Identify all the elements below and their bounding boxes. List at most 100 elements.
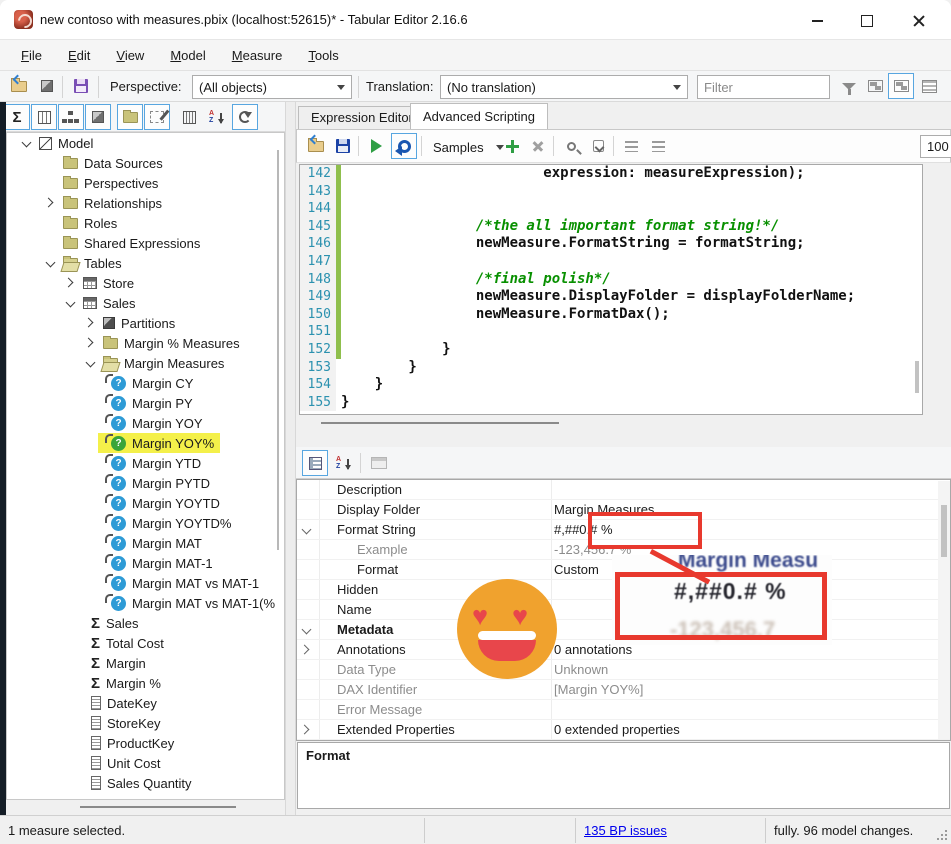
open-script-button[interactable] <box>303 133 329 159</box>
bp-issues-link[interactable]: 135 BP issues <box>584 823 667 838</box>
grouped-view-button[interactable] <box>888 73 914 99</box>
property-value[interactable]: Unknown <box>554 662 608 677</box>
tree-item-perspectives[interactable]: Perspectives <box>7 173 284 193</box>
tree-item-margin-yoy[interactable]: Margin YOY <box>7 413 284 433</box>
tab-expression-editor[interactable]: Expression Editor <box>298 106 426 129</box>
tree-item-margin-ytd[interactable]: Margin YTD <box>7 453 284 473</box>
property-value[interactable]: Custom <box>554 562 599 577</box>
tree-item-sales-quantity[interactable]: Sales Quantity <box>7 773 284 793</box>
delete-sample-button[interactable] <box>525 133 551 159</box>
tree-item-roles[interactable]: Roles <box>7 213 284 233</box>
perspective-select[interactable]: (All objects) <box>192 75 352 99</box>
flat-view-button[interactable] <box>862 73 888 99</box>
tree-item-partitions[interactable]: Partitions <box>7 313 284 333</box>
run-script-button[interactable] <box>363 133 389 159</box>
minimize-button[interactable] <box>795 8 839 34</box>
tree-item-margin-pytd[interactable]: Margin PYTD <box>7 473 284 493</box>
tree-item-margin-yoytd[interactable]: Margin YOYTD <box>7 493 284 513</box>
tree-item-storekey[interactable]: StoreKey <box>7 713 284 733</box>
save-script-button[interactable] <box>330 133 356 159</box>
tree-item-margin-cy[interactable]: Margin CY <box>7 373 284 393</box>
filter-input[interactable] <box>697 75 830 99</box>
tree-item-store[interactable]: Store <box>7 273 284 293</box>
save-button[interactable] <box>68 73 94 99</box>
tree-item-model[interactable]: Model <box>7 133 284 153</box>
tab-advanced-scripting[interactable]: Advanced Scripting <box>410 103 548 129</box>
tree-item-tables[interactable]: Tables <box>7 253 284 273</box>
maximize-button[interactable] <box>845 8 889 34</box>
tree-item-margin-mat-1[interactable]: Margin MAT-1 <box>7 553 284 573</box>
samples-dropdown[interactable]: Samples <box>427 135 510 159</box>
tree-item-margin-measures[interactable]: Margin % Measures <box>7 333 284 353</box>
show-hierarchies-toggle[interactable] <box>58 104 84 130</box>
tree-item-sales[interactable]: Sales <box>7 293 284 313</box>
show-partitions-toggle[interactable] <box>85 104 111 130</box>
goto-button[interactable] <box>585 133 611 159</box>
property-value[interactable]: [Margin YOY%] <box>554 682 643 697</box>
show-expressions-toggle[interactable] <box>144 104 170 130</box>
outdent-button[interactable] <box>618 133 644 159</box>
chevron-down-icon[interactable] <box>301 524 313 536</box>
alphabetical-button[interactable] <box>330 450 356 476</box>
show-info-toggle[interactable] <box>232 104 258 130</box>
tree-horizontal-scrollbar[interactable] <box>6 800 285 814</box>
property-row-dax-identifier[interactable]: DAX Identifier[Margin YOY%] <box>297 680 950 700</box>
property-row-error-message[interactable]: Error Message <box>297 700 950 720</box>
resize-grip[interactable] <box>937 830 947 840</box>
tree-item-margin-mat-vs-mat-1[interactable]: Margin MAT vs MAT-1 <box>7 573 284 593</box>
tree-item-margin-mat-vs-mat-1[interactable]: Margin MAT vs MAT-1(% <box>7 593 284 613</box>
menu-view[interactable]: View <box>105 45 155 66</box>
show-folders-toggle[interactable] <box>117 104 143 130</box>
indent-button[interactable] <box>645 133 671 159</box>
close-button[interactable] <box>897 8 941 34</box>
tree-item-productkey[interactable]: ProductKey <box>7 733 284 753</box>
property-pages-button[interactable] <box>366 450 392 476</box>
property-row-data-type[interactable]: Data TypeUnknown <box>297 660 950 680</box>
menu-measure[interactable]: Measure <box>221 45 294 66</box>
zoom-select[interactable]: 100 % <box>920 135 951 158</box>
tree-item-datekey[interactable]: DateKey <box>7 693 284 713</box>
show-object-columns-button[interactable] <box>176 104 202 130</box>
tree-vertical-scrollbar[interactable] <box>277 150 279 550</box>
translation-select[interactable]: (No translation) <box>440 75 688 99</box>
filter-button[interactable] <box>836 73 862 99</box>
tree-item-margin-measures[interactable]: Margin Measures <box>7 353 284 373</box>
property-value[interactable]: 0 extended properties <box>554 722 680 737</box>
menu-model[interactable]: Model <box>159 45 216 66</box>
tree-item-margin[interactable]: Margin % <box>7 673 284 693</box>
find-button[interactable] <box>558 133 584 159</box>
undo-button[interactable] <box>391 133 417 159</box>
menu-edit[interactable]: Edit <box>57 45 101 66</box>
categorized-button[interactable] <box>302 450 328 476</box>
tree-item-unit-cost[interactable]: Unit Cost <box>7 753 284 773</box>
tree-item-margin-py[interactable]: Margin PY <box>7 393 284 413</box>
open-file-button[interactable] <box>6 73 32 99</box>
property-row-description[interactable]: Description <box>297 480 950 500</box>
show-columns-toggle[interactable] <box>31 104 57 130</box>
property-vertical-scrollbar[interactable] <box>938 481 950 739</box>
tree-item-margin-mat[interactable]: Margin MAT <box>7 533 284 553</box>
tree-item-margin-yoytd[interactable]: Margin YOYTD% <box>7 513 284 533</box>
pane-splitter[interactable] <box>285 102 296 815</box>
sort-alphabetical-button[interactable] <box>203 104 229 130</box>
menu-file[interactable]: File <box>10 45 53 66</box>
tree-item-margin[interactable]: Margin <box>7 653 284 673</box>
property-row-extended-properties[interactable]: Extended Properties0 extended properties <box>297 720 950 740</box>
tree-item-shared-expressions[interactable]: Shared Expressions <box>7 233 284 253</box>
chevron-right-icon[interactable] <box>301 644 313 656</box>
show-measures-toggle[interactable] <box>4 104 30 130</box>
code-vertical-scrollbar[interactable] <box>915 361 919 393</box>
chevron-down-icon[interactable] <box>301 624 313 636</box>
code-editor[interactable]: 142 expression: measureExpression);14314… <box>299 164 923 415</box>
tree-item-total-cost[interactable]: Total Cost <box>7 633 284 653</box>
menu-tools[interactable]: Tools <box>297 45 349 66</box>
tree-item-sales[interactable]: Sales <box>7 613 284 633</box>
list-view-button[interactable] <box>916 73 942 99</box>
tree-item-data-sources[interactable]: Data Sources <box>7 153 284 173</box>
chevron-right-icon[interactable] <box>301 724 313 736</box>
tree-item-relationships[interactable]: Relationships <box>7 193 284 213</box>
tree-item-margin-yoy[interactable]: Margin YOY% <box>7 433 284 453</box>
code-horizontal-scrollbar[interactable] <box>299 417 923 430</box>
deploy-button[interactable] <box>34 73 60 99</box>
add-sample-button[interactable] <box>499 133 525 159</box>
